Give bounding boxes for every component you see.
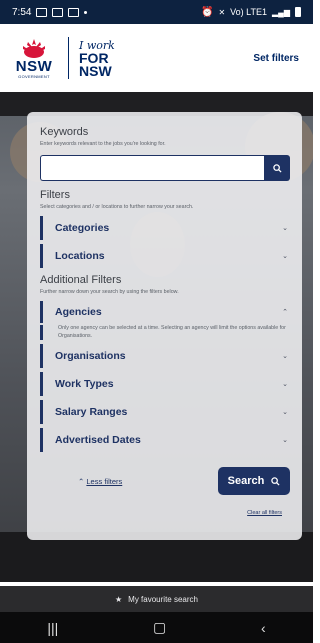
clear-all-filters-link[interactable]: Clear all filters — [247, 510, 282, 516]
status-bar: 7:54 ⏰ ✕ Vo) LTE1 ▂▄▆ — [0, 0, 313, 24]
chevron-down-icon: ⌄ — [282, 409, 288, 416]
logo-divider — [68, 37, 69, 79]
chevron-down-icon: ⌄ — [282, 353, 288, 360]
filter-locations-label: Locations — [55, 250, 105, 262]
logo-nsw-word: NSW — [79, 62, 112, 79]
i-work-for-nsw-logo[interactable]: I work FOR NSW — [79, 39, 115, 78]
keyword-search-button[interactable] — [264, 155, 290, 181]
filter-advertised-dates[interactable]: Advertised Dates ⌄ — [40, 428, 290, 452]
filter-work-types[interactable]: Work Types ⌄ — [40, 372, 290, 396]
chevron-down-icon: ⌄ — [282, 225, 288, 232]
system-navigation-bar: ||| ▢ ‹ — [0, 612, 313, 643]
back-icon[interactable]: ‹ — [261, 620, 266, 636]
recent-apps-icon[interactable]: ||| — [47, 620, 58, 636]
agencies-description: Only one agency can be selected at a tim… — [40, 325, 290, 340]
battery-icon — [295, 7, 301, 17]
filter-categories[interactable]: Categories ⌄ — [40, 216, 290, 240]
filter-organisations-label: Organisations — [55, 350, 126, 362]
network-text: Vo) LTE1 — [230, 7, 268, 17]
filter-agencies-label: Agencies — [55, 306, 102, 318]
app-header: NSW GOVERNMENT I work FOR NSW Set filter… — [0, 24, 313, 92]
search-button[interactable]: Search — [218, 467, 290, 495]
filter-work-types-label: Work Types — [55, 378, 114, 390]
notification-icon — [68, 7, 80, 17]
filter-salary-ranges[interactable]: Salary Ranges ⌄ — [40, 400, 290, 424]
filter-agencies[interactable]: Agencies ⌃ — [40, 301, 290, 323]
search-icon — [272, 163, 282, 173]
search-filter-panel: Keywords Enter keywords relevant to the … — [27, 112, 302, 540]
filters-title: Filters — [40, 189, 70, 201]
set-filters-link[interactable]: Set filters — [253, 53, 299, 64]
filter-salary-ranges-label: Salary Ranges — [55, 406, 128, 418]
search-icon — [271, 476, 280, 486]
more-dot-icon — [84, 10, 88, 14]
my-favourite-search-label: My favourite search — [128, 594, 198, 604]
alarm-icon: ⏰ — [201, 6, 214, 18]
status-time: 7:54 — [12, 6, 32, 18]
chevron-up-icon: ⌃ — [78, 476, 85, 486]
home-icon[interactable]: ▢ — [153, 619, 166, 636]
chevron-down-icon: ⌄ — [282, 437, 288, 444]
waratah-icon — [23, 39, 45, 58]
filter-categories-label: Categories — [55, 222, 110, 234]
keyword-search-input[interactable] — [40, 155, 264, 181]
filter-advertised-dates-label: Advertised Dates — [55, 434, 141, 446]
panel-actions: ⌃ Less filters Search — [40, 467, 290, 495]
filter-organisations[interactable]: Organisations ⌄ — [40, 344, 290, 368]
nsw-government-logo[interactable]: NSW GOVERNMENT — [8, 37, 60, 79]
keywords-title: Keywords — [40, 126, 89, 138]
less-filters-link[interactable]: ⌃ Less filters — [40, 477, 122, 486]
my-favourite-search-bar[interactable]: ★ My favourite search — [0, 586, 313, 612]
filters-subtitle: Select categories and / or locations to … — [40, 204, 194, 210]
search-button-label: Search — [227, 475, 265, 487]
logo-government-text: GOVERNMENT — [18, 74, 50, 79]
logo-nsw-text: NSW — [15, 58, 53, 75]
additional-filters-subtitle: Further narrow down your search by using… — [40, 289, 179, 295]
message-icon — [36, 7, 48, 17]
signal-icon: ▂▄▆ — [272, 7, 290, 17]
chevron-up-icon: ⌃ — [282, 309, 288, 316]
keyword-search-row — [40, 155, 290, 181]
less-filters-label: Less filters — [86, 476, 123, 486]
additional-filters-title: Additional Filters — [40, 274, 122, 286]
mute-icon: ✕ — [218, 7, 226, 17]
gallery-icon — [52, 7, 64, 17]
filter-locations[interactable]: Locations ⌄ — [40, 244, 290, 268]
chevron-down-icon: ⌄ — [282, 253, 288, 260]
chevron-down-icon: ⌄ — [282, 381, 288, 388]
star-icon: ★ — [115, 594, 123, 604]
keywords-subtitle: Enter keywords relevant to the jobs you'… — [40, 141, 166, 147]
